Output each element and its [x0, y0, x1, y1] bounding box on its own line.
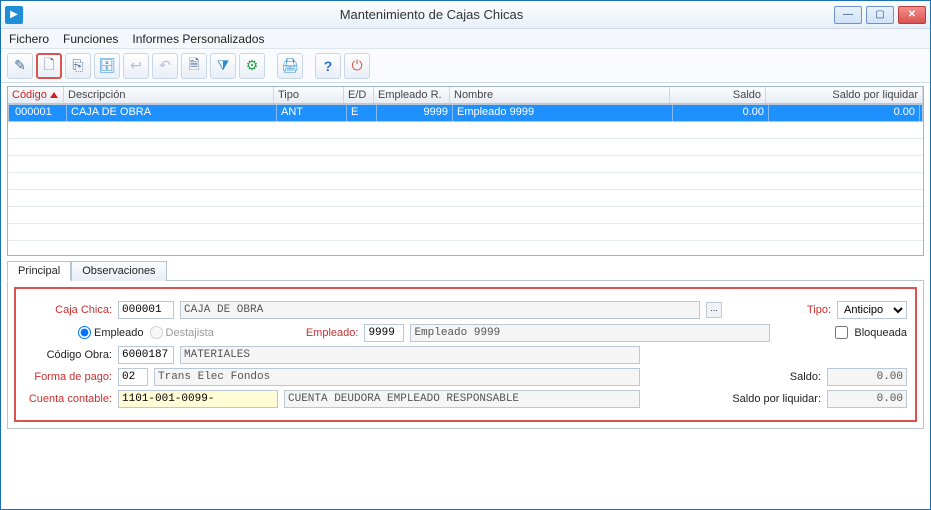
cell-codigo: 000001: [11, 105, 67, 121]
close-button[interactable]: ✕: [898, 6, 926, 24]
sort-asc-icon: [50, 92, 58, 98]
cell-saldo: 0.00: [673, 105, 769, 121]
menu-bar: Fichero Funciones Informes Personalizado…: [1, 29, 930, 49]
new-icon[interactable]: 🗋: [36, 53, 62, 79]
label-tipo: Tipo:: [807, 304, 831, 316]
tab-strip: Principal Observaciones: [7, 260, 924, 280]
print-icon[interactable]: 🖨: [277, 53, 303, 79]
detail-panel: Caja Chica: ⋯ Tipo: Anticipo Empleado: [7, 280, 924, 429]
grid-header: Código Descripción Tipo E/D Empleado R. …: [8, 87, 923, 104]
bloqueada-input[interactable]: [835, 326, 848, 339]
radio-destajista-label: Destajista: [166, 327, 214, 339]
forma-pago-code-input[interactable]: [118, 368, 148, 386]
label-codigo-obra: Código Obra:: [24, 349, 112, 361]
obra-code-input[interactable]: [118, 346, 174, 364]
radio-destajista[interactable]: Destajista: [150, 326, 214, 339]
cuenta-name-field[interactable]: [284, 390, 640, 408]
cell-tipo: ANT: [277, 105, 347, 121]
menu-funciones[interactable]: Funciones: [63, 32, 118, 46]
copy-icon[interactable]: ⎘: [65, 53, 91, 79]
minimize-button[interactable]: —: [834, 6, 862, 24]
edit-icon[interactable]: ✎: [7, 53, 33, 79]
toolbar: ✎ 🗋 ⎘ 🗄 ↩ ↶ 🗎 ⧩ ⚙ 🖨 ? ⏻: [1, 49, 930, 83]
saldo-field: [827, 368, 907, 386]
cell-descripcion: CAJA DE OBRA: [67, 105, 277, 121]
label-cuenta-contable: Cuenta contable:: [24, 393, 112, 405]
cell-ed: E: [347, 105, 377, 121]
redo-icon[interactable]: ↶: [152, 53, 178, 79]
col-tipo[interactable]: Tipo: [274, 87, 344, 103]
tab-principal[interactable]: Principal: [7, 261, 71, 281]
label-empleado: Empleado:: [306, 327, 359, 339]
menu-informes[interactable]: Informes Personalizados: [132, 32, 264, 46]
radio-empleado-input[interactable]: [78, 326, 91, 339]
col-codigo-label: Código: [12, 89, 47, 101]
col-empleado-r[interactable]: Empleado R.: [374, 87, 450, 103]
label-caja-chica: Caja Chica:: [24, 304, 112, 316]
radio-empleado-label: Empleado: [94, 327, 144, 339]
forma-pago-name-field[interactable]: [154, 368, 640, 386]
cell-saldo-liq: 0.00: [769, 105, 920, 121]
power-icon[interactable]: ⏻: [344, 53, 370, 79]
help-icon[interactable]: ?: [315, 53, 341, 79]
radio-empleado[interactable]: Empleado: [78, 326, 144, 339]
caja-chica-code-input[interactable]: [118, 301, 174, 319]
data-grid[interactable]: Código Descripción Tipo E/D Empleado R. …: [7, 86, 924, 256]
filter-icon[interactable]: ⧩: [210, 53, 236, 79]
app-icon: ▶: [5, 6, 23, 24]
form-frame: Caja Chica: ⋯ Tipo: Anticipo Empleado: [14, 287, 917, 422]
label-forma-pago: Forma de pago:: [24, 371, 112, 383]
col-ed[interactable]: E/D: [344, 87, 374, 103]
undo-icon[interactable]: ↩: [123, 53, 149, 79]
caja-chica-name-field[interactable]: [180, 301, 700, 319]
col-codigo[interactable]: Código: [8, 87, 64, 103]
title-bar: ▶ Mantenimiento de Cajas Chicas — ▢ ✕: [1, 1, 930, 29]
col-saldo-liquidar[interactable]: Saldo por liquidar: [766, 87, 923, 103]
archive-icon[interactable]: 🗄: [94, 53, 120, 79]
table-row[interactable]: 000001 CAJA DE OBRA ANT E 9999 Empleado …: [8, 104, 923, 122]
window-title: Mantenimiento de Cajas Chicas: [29, 7, 834, 22]
lookup-icon[interactable]: ⋯: [706, 302, 722, 318]
settings-icon[interactable]: ⚙: [239, 53, 265, 79]
page-icon[interactable]: 🗎: [181, 53, 207, 79]
label-saldo-liq: Saldo por liquidar:: [732, 393, 821, 405]
bloqueada-checkbox[interactable]: Bloqueada: [831, 323, 907, 342]
radio-destajista-input: [150, 326, 163, 339]
cell-empleado-r: 9999: [377, 105, 453, 121]
app-window: ▶ Mantenimiento de Cajas Chicas — ▢ ✕ Fi…: [0, 0, 931, 510]
tab-observaciones[interactable]: Observaciones: [71, 261, 166, 281]
cuenta-code-input[interactable]: [118, 390, 278, 408]
obra-name-field[interactable]: [180, 346, 640, 364]
col-descripcion[interactable]: Descripción: [64, 87, 274, 103]
empleado-name-field[interactable]: [410, 324, 770, 342]
saldo-liq-field: [827, 390, 907, 408]
col-saldo[interactable]: Saldo: [670, 87, 766, 103]
col-nombre[interactable]: Nombre: [450, 87, 670, 103]
menu-fichero[interactable]: Fichero: [9, 32, 49, 46]
maximize-button[interactable]: ▢: [866, 6, 894, 24]
cell-nombre: Empleado 9999: [453, 105, 673, 121]
tipo-select[interactable]: Anticipo: [837, 301, 907, 319]
bloqueada-label: Bloqueada: [854, 327, 907, 339]
label-saldo: Saldo:: [790, 371, 821, 383]
empleado-code-input[interactable]: [364, 324, 404, 342]
